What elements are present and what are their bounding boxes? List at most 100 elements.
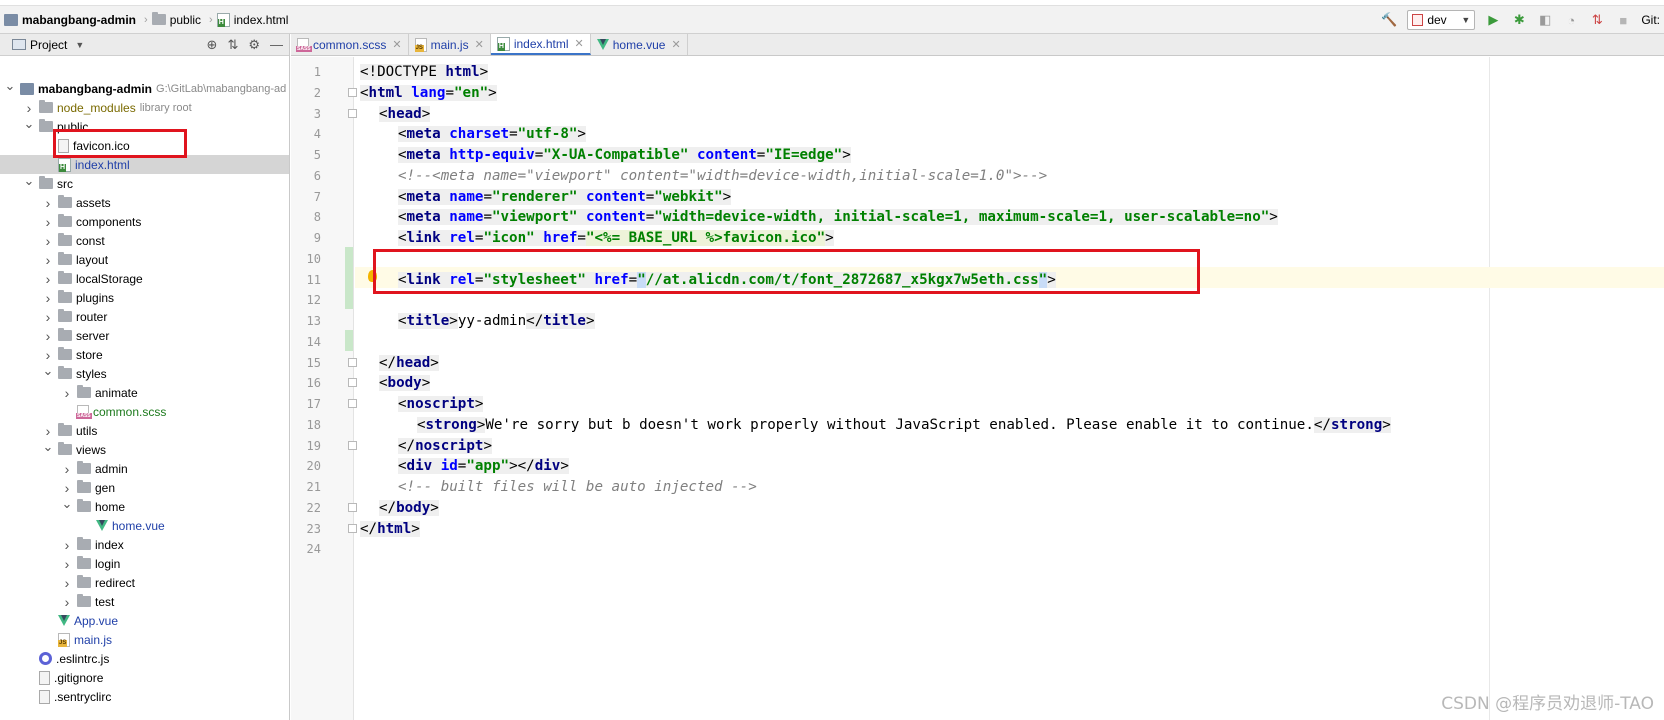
tree-item-localstorage[interactable]: › localStorage <box>0 269 289 288</box>
code-line[interactable]: 1 <!DOCTYPE html> <box>291 61 1664 82</box>
code-line[interactable]: 13 <title>yy-admin</title> <box>291 310 1664 331</box>
build-hammer-icon[interactable]: 🔨 <box>1381 12 1397 28</box>
git-label[interactable]: Git: <box>1641 13 1660 27</box>
tree-item-gitignore[interactable]: .gitignore <box>0 668 289 687</box>
tree-item-home-vue[interactable]: home.vue <box>0 516 289 535</box>
tree-item-layout[interactable]: › layout <box>0 250 289 269</box>
chevron-right-icon[interactable]: › <box>61 594 73 610</box>
chevron-down-icon[interactable]: ⌄ <box>42 439 54 455</box>
tree-item-mabangbang-admin[interactable]: ⌄ mabangbang-admin G:\GitLab\mabangbang-ad <box>0 78 289 98</box>
tree-item-common-scss[interactable]: common.scss <box>0 402 289 421</box>
fold-toggle-icon[interactable] <box>348 358 357 367</box>
chevron-right-icon[interactable]: › <box>42 309 54 325</box>
fold-toggle-icon[interactable] <box>348 524 357 533</box>
chevron-right-icon[interactable]: › <box>42 214 54 230</box>
editor-tab-index-html[interactable]: index.html ✕ <box>490 34 591 55</box>
tree-item-store[interactable]: › store <box>0 345 289 364</box>
tree-item-styles[interactable]: ⌄ styles <box>0 363 289 383</box>
chevron-right-icon[interactable]: › <box>42 252 54 268</box>
fold-toggle-icon[interactable] <box>348 378 357 387</box>
chevron-right-icon[interactable]: › <box>42 423 54 439</box>
locate-file-icon[interactable]: ⊕ <box>207 37 218 53</box>
debug-icon[interactable]: ✱ <box>1511 12 1527 28</box>
code-line[interactable]: 5 <meta http-equiv="X-UA-Compatible" cont… <box>291 144 1664 165</box>
editor-tab-main-js[interactable]: main.js ✕ <box>409 34 491 55</box>
code-line[interactable]: 7 <meta name="renderer" content="webkit"> <box>291 186 1664 207</box>
tree-item-router[interactable]: › router <box>0 307 289 326</box>
project-view-selector[interactable]: Project ▼ <box>12 38 84 52</box>
tree-item-redirect[interactable]: › redirect <box>0 573 289 592</box>
fold-toggle-icon[interactable] <box>348 441 357 450</box>
code-line[interactable]: 14 <box>291 331 1664 352</box>
code-line[interactable]: 16 <body> <box>291 372 1664 393</box>
code-line[interactable]: 11 <link rel="stylesheet" href="//at.alic… <box>291 269 1664 290</box>
tree-item-sentryclirc[interactable]: .sentryclirc <box>0 687 289 706</box>
chevron-right-icon[interactable]: › <box>61 461 73 477</box>
chevron-down-icon[interactable]: ⌄ <box>23 116 35 132</box>
tree-item-app-vue[interactable]: App.vue <box>0 611 289 630</box>
tree-item-favicon-ico[interactable]: favicon.ico <box>0 136 289 155</box>
tree-item-animate[interactable]: › animate <box>0 383 289 402</box>
code-line[interactable]: 21 <!-- built files will be auto injected… <box>291 476 1664 497</box>
chevron-right-icon[interactable]: › <box>61 480 73 496</box>
chevron-right-icon[interactable]: › <box>42 233 54 249</box>
code-line[interactable]: 6 <!--<meta name="viewport" content="widt… <box>291 165 1664 186</box>
code-line[interactable]: 3 <head> <box>291 103 1664 124</box>
run-config-select[interactable]: dev ▼ <box>1407 10 1476 30</box>
fold-toggle-icon[interactable] <box>348 503 357 512</box>
collapse-all-icon[interactable]: ⇅ <box>227 37 238 53</box>
close-tab-icon[interactable]: ✕ <box>671 38 680 51</box>
profile-icon[interactable]: ◔ <box>1563 12 1579 28</box>
editor-tab-common-scss[interactable]: common.scss ✕ <box>291 34 409 55</box>
tree-item-views[interactable]: ⌄ views <box>0 439 289 459</box>
code-area[interactable]: 1 <!DOCTYPE html> 2 <html lang="en"> 3 <head>… <box>291 57 1664 720</box>
chevron-right-icon[interactable]: › <box>42 328 54 344</box>
stop-icon[interactable]: ■ <box>1615 12 1631 28</box>
code-line[interactable]: 19 </noscript> <box>291 435 1664 456</box>
code-line[interactable]: 9 <link rel="icon" href="<%= BASE_URL %>f… <box>291 227 1664 248</box>
code-line[interactable]: 12 <box>291 289 1664 310</box>
tree-item-test[interactable]: › test <box>0 592 289 611</box>
attach-debugger-icon[interactable]: ⇅ <box>1589 12 1605 28</box>
chevron-right-icon[interactable]: › <box>61 537 73 553</box>
code-line[interactable]: 17 <noscript> <box>291 393 1664 414</box>
tree-item-plugins[interactable]: › plugins <box>0 288 289 307</box>
tree-item-gen[interactable]: › gen <box>0 478 289 497</box>
tree-item-const[interactable]: › const <box>0 231 289 250</box>
chevron-right-icon[interactable]: › <box>42 347 54 363</box>
fold-toggle-icon[interactable] <box>348 399 357 408</box>
coverage-icon[interactable]: ◧ <box>1537 12 1553 28</box>
run-icon[interactable]: ▶ <box>1485 12 1501 28</box>
tree-item-main-js[interactable]: main.js <box>0 630 289 649</box>
tree-item-node-modules[interactable]: › node_modules library root <box>0 98 289 117</box>
tree-item-eslintrc-js[interactable]: .eslintrc.js <box>0 649 289 668</box>
breadcrumb-project[interactable]: mabangbang-admin <box>2 13 142 27</box>
code-line[interactable]: 4 <meta charset="utf-8"> <box>291 123 1664 144</box>
breadcrumb-folder[interactable]: public <box>150 12 207 27</box>
hide-panel-icon[interactable]: — <box>270 37 283 53</box>
settings-gear-icon[interactable]: ⚙ <box>248 37 260 53</box>
tree-item-index[interactable]: › index <box>0 535 289 554</box>
chevron-right-icon[interactable]: › <box>23 100 35 116</box>
tree-item-assets[interactable]: › assets <box>0 193 289 212</box>
chevron-down-icon[interactable]: ⌄ <box>4 78 16 94</box>
code-line[interactable]: 22 </body> <box>291 497 1664 518</box>
tree-item-public[interactable]: ⌄ public <box>0 116 289 136</box>
chevron-down-icon[interactable]: ⌄ <box>23 173 35 189</box>
chevron-right-icon[interactable]: › <box>61 385 73 401</box>
tree-item-admin[interactable]: › admin <box>0 459 289 478</box>
fold-toggle-icon[interactable] <box>348 109 357 118</box>
code-line[interactable]: 20 <div id="app"></div> <box>291 455 1664 476</box>
code-line[interactable]: 2 <html lang="en"> <box>291 82 1664 103</box>
code-line[interactable]: 8 <meta name="viewport" content="width=de… <box>291 206 1664 227</box>
close-tab-icon[interactable]: ✕ <box>575 37 584 50</box>
breadcrumb-file[interactable]: index.html <box>215 12 295 27</box>
code-line[interactable]: 10 <box>291 248 1664 269</box>
close-tab-icon[interactable]: ✕ <box>392 38 401 51</box>
tree-item-index-html[interactable]: index.html <box>0 155 289 174</box>
code-line[interactable]: 15 </head> <box>291 352 1664 373</box>
editor-tab-home-vue[interactable]: home.vue ✕ <box>591 34 688 55</box>
chevron-right-icon[interactable]: › <box>42 271 54 287</box>
chevron-right-icon[interactable]: › <box>42 195 54 211</box>
chevron-right-icon[interactable]: › <box>42 290 54 306</box>
